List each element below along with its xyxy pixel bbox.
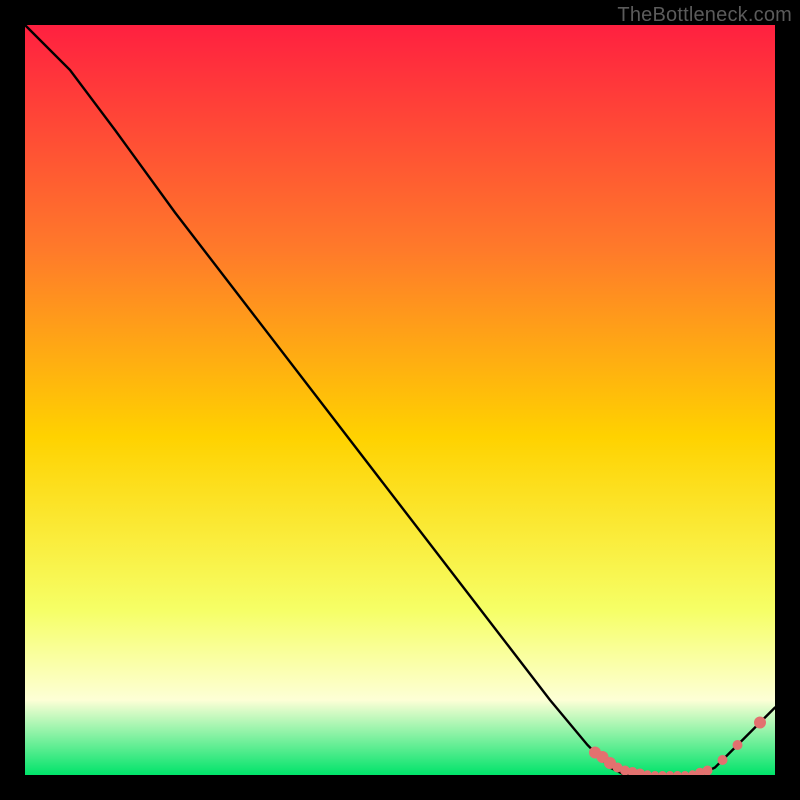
plot-area [25,25,775,775]
gradient-background [25,25,775,775]
chart-svg [25,25,775,775]
attribution-text: TheBottleneck.com [617,4,792,27]
marker-dot [754,717,766,729]
marker-dot [718,755,728,765]
marker-dot [733,740,743,750]
chart-stage: TheBottleneck.com [0,0,800,800]
